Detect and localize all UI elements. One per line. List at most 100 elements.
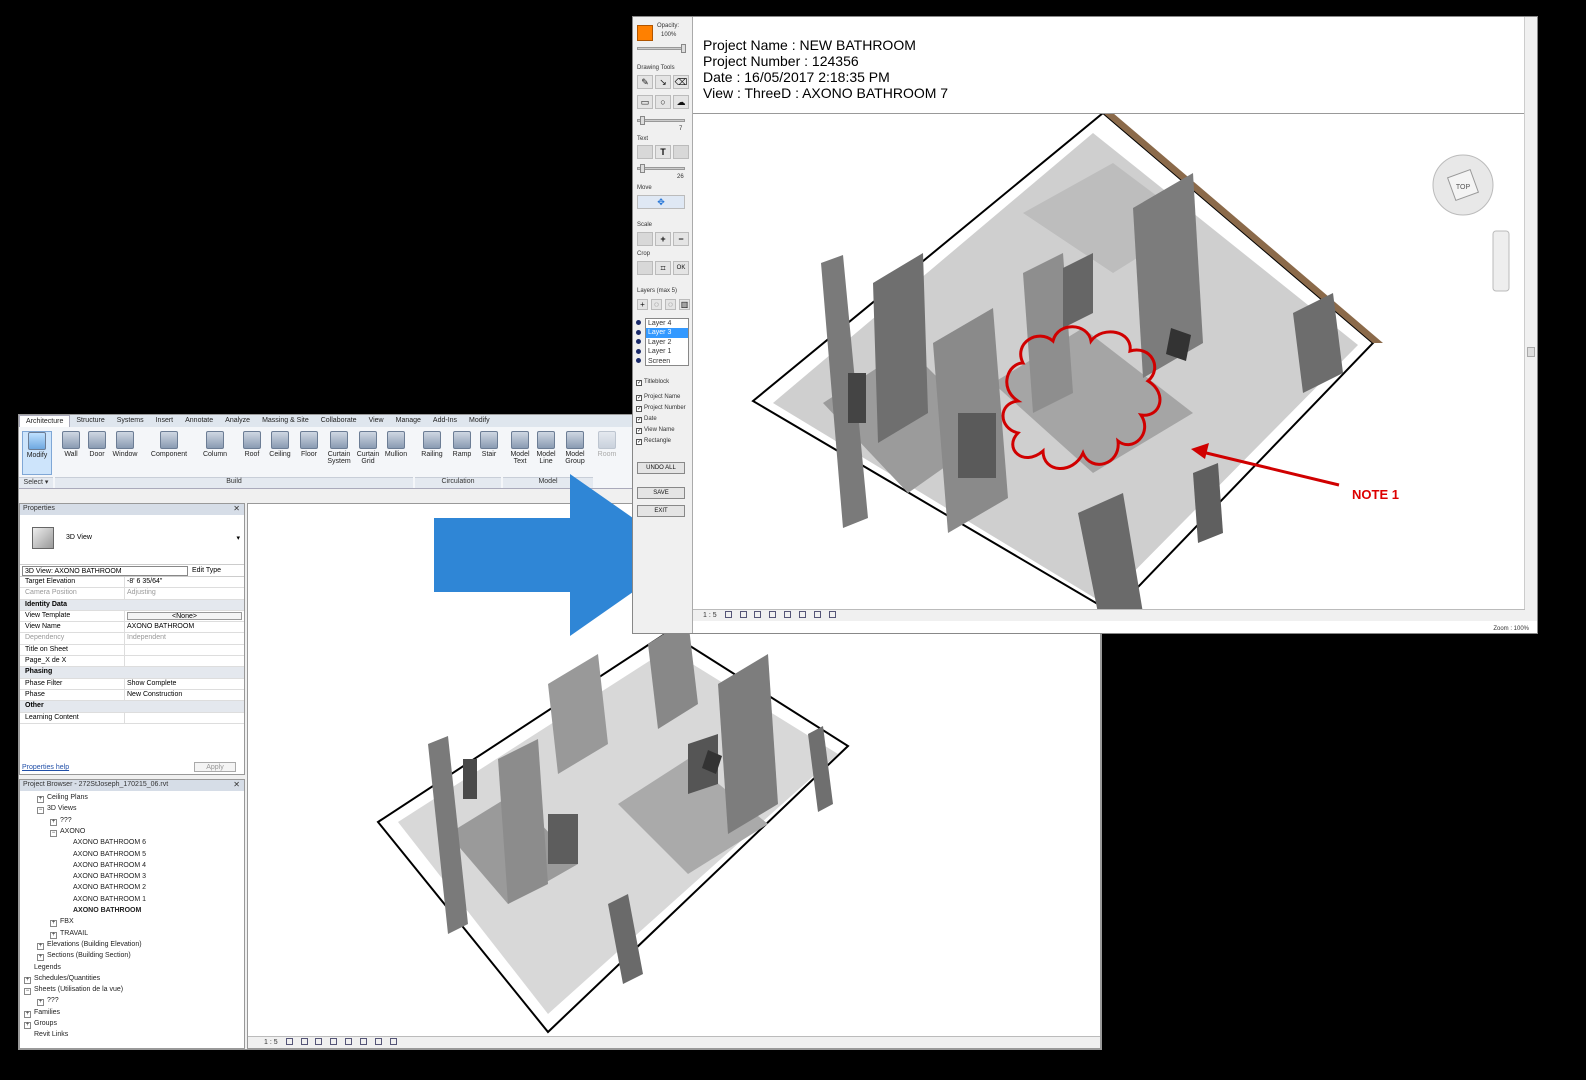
browser-tree-item[interactable]: + Groups (24, 1020, 57, 1029)
tab-massing-site[interactable]: Massing & Site (256, 415, 315, 427)
model-group-button[interactable]: Model Group (560, 431, 590, 465)
curtain-grid-button[interactable]: Curtain Grid (353, 431, 383, 465)
tab-modify[interactable]: Modify (463, 415, 496, 427)
window-button[interactable]: Window (110, 431, 140, 458)
exit-button[interactable]: EXIT (637, 505, 685, 517)
mullion-button[interactable]: Mullion (381, 431, 411, 458)
floor-button[interactable]: Floor (294, 431, 324, 458)
move-tool-icon[interactable]: ✥ (637, 195, 685, 209)
text-size-slider[interactable] (637, 164, 685, 173)
lightbulb-icon[interactable]: ◌ (651, 299, 662, 310)
layer-item-1[interactable]: Layer 1 (646, 347, 688, 356)
zoom-out-icon[interactable]: − (673, 232, 689, 246)
railing-button[interactable]: Railing (417, 431, 447, 458)
text-tool-icon[interactable]: T (655, 145, 671, 159)
property-row[interactable]: Phase Filter Show Complete (20, 678, 244, 690)
layer-visibility-icon[interactable]: ◌ (665, 299, 676, 310)
slider-knob[interactable] (640, 116, 645, 125)
browser-tree-item[interactable]: AXONO BATHROOM 4 (63, 862, 146, 869)
property-group-header[interactable]: Phasing (20, 667, 244, 679)
eraser-icon[interactable]: ⌫ (673, 75, 689, 89)
property-value[interactable] (125, 645, 244, 655)
browser-tree-item[interactable]: AXONO BATHROOM 2 (63, 884, 146, 891)
browser-tree-item[interactable]: − Sheets (Utilisation de la vue) (24, 986, 123, 996)
view-scale[interactable]: 1 : 5 (264, 1039, 278, 1046)
ceiling-button[interactable]: Ceiling (265, 431, 295, 458)
tab-systems[interactable]: Systems (111, 415, 150, 427)
scrollbar-thumb[interactable] (1527, 347, 1535, 357)
property-value[interactable] (125, 713, 244, 723)
stair-button[interactable]: Stair (474, 431, 504, 458)
close-icon[interactable]: ✕ (233, 504, 240, 513)
tab-insert[interactable]: Insert (150, 415, 180, 427)
apply-button[interactable]: Apply (194, 762, 236, 772)
door-button[interactable]: Door (82, 431, 112, 458)
property-row[interactable]: Phase New Construction (20, 689, 244, 702)
browser-tree-item[interactable]: +??? (50, 817, 72, 826)
layer-item-4[interactable]: Layer 4 (646, 319, 688, 328)
curtain-system-button[interactable]: Curtain System (324, 431, 354, 465)
browser-tree-item[interactable]: AXONO BATHROOM 5 (63, 851, 146, 858)
model-line-button[interactable]: Model Line (531, 431, 561, 465)
expand-icon[interactable]: + (24, 1010, 31, 1018)
navigation-bar-icon[interactable] (1492, 230, 1510, 292)
tab-add-ins[interactable]: Add-Ins (427, 415, 463, 427)
property-group-header[interactable]: Other (20, 701, 244, 713)
browser-tree-item[interactable]: + Elevations (Building Elevation) (37, 941, 142, 950)
rectangle-tool-icon[interactable]: ▭ (637, 95, 653, 109)
color-swatch[interactable] (637, 25, 653, 41)
expand-icon[interactable]: + (37, 999, 44, 1007)
browser-tree-item[interactable]: Legends (24, 964, 61, 971)
markup-canvas[interactable]: TOP (693, 113, 1525, 613)
property-row[interactable]: Target Elevation -8' 6 35/64" (20, 577, 244, 589)
visual-style-icon[interactable] (300, 1038, 308, 1045)
ellipse-tool-icon[interactable]: ○ (655, 95, 671, 109)
collapse-icon[interactable]: − (24, 988, 31, 996)
date-checkbox[interactable]: ✓ Date (636, 416, 657, 423)
browser-tree-item[interactable]: AXONO BATHROOM (63, 907, 141, 914)
ramp-button[interactable]: Ramp (447, 431, 477, 458)
scale-swatch[interactable] (637, 232, 653, 246)
property-value[interactable]: -8' 6 35/64" (125, 577, 244, 587)
browser-tree-item[interactable]: + Ceiling Plans (37, 794, 88, 803)
browser-tree-item[interactable]: + FBX (50, 918, 74, 928)
shadows-icon[interactable] (330, 1038, 338, 1045)
close-icon[interactable]: ✕ (233, 780, 240, 789)
browser-tree-item[interactable]: − AXONO (50, 828, 85, 837)
expand-icon[interactable]: + (50, 931, 57, 939)
roof-button[interactable]: Roof (237, 431, 267, 458)
column-button[interactable]: Column (200, 431, 230, 458)
undo-all-button[interactable]: UNDO ALL (637, 462, 685, 474)
vertical-scrollbar[interactable] (1524, 17, 1537, 621)
pen-icon[interactable]: ✎ (637, 75, 653, 89)
detail-level-icon[interactable] (285, 1038, 293, 1045)
expand-icon[interactable]: + (37, 796, 44, 803)
property-row[interactable]: Learning Content (20, 712, 244, 724)
render-icon[interactable] (345, 1038, 353, 1045)
expand-icon[interactable]: + (50, 818, 57, 826)
properties-help-link[interactable]: Properties help (22, 764, 69, 771)
tab-analyze[interactable]: Analyze (219, 415, 256, 427)
hide-isolate-icon[interactable] (390, 1038, 398, 1045)
browser-tree-item[interactable]: + Schedules/Quantities (24, 975, 100, 984)
tab-structure[interactable]: Structure (70, 415, 110, 427)
crop-swatch[interactable] (637, 261, 653, 275)
expand-icon[interactable]: + (37, 954, 44, 962)
component-button[interactable]: Component (149, 431, 189, 458)
property-group-header[interactable]: Identity Data (20, 599, 244, 611)
browser-tree-item[interactable]: Revit Links (24, 1031, 68, 1038)
property-row[interactable]: Dependency Independent (20, 633, 244, 645)
modify-button[interactable]: Modify (22, 431, 52, 475)
expand-icon[interactable]: + (24, 1022, 31, 1029)
view-name-checkbox[interactable]: ✓ View Name (636, 427, 675, 434)
browser-tree-item[interactable]: AXONO BATHROOM 1 (63, 896, 146, 903)
expand-icon[interactable]: + (50, 920, 57, 928)
sun-path-icon[interactable] (315, 1038, 323, 1045)
property-value[interactable]: AXONO BATHROOM (125, 622, 244, 632)
arrow-tool-icon[interactable]: ↘ (655, 75, 671, 89)
property-value[interactable]: New Construction (125, 690, 244, 700)
crop-ok-button[interactable]: OK (673, 261, 689, 275)
room-button[interactable]: Room (592, 431, 622, 458)
text-swatch[interactable] (637, 145, 653, 159)
property-row[interactable]: View Name AXONO BATHROOM (20, 622, 244, 634)
